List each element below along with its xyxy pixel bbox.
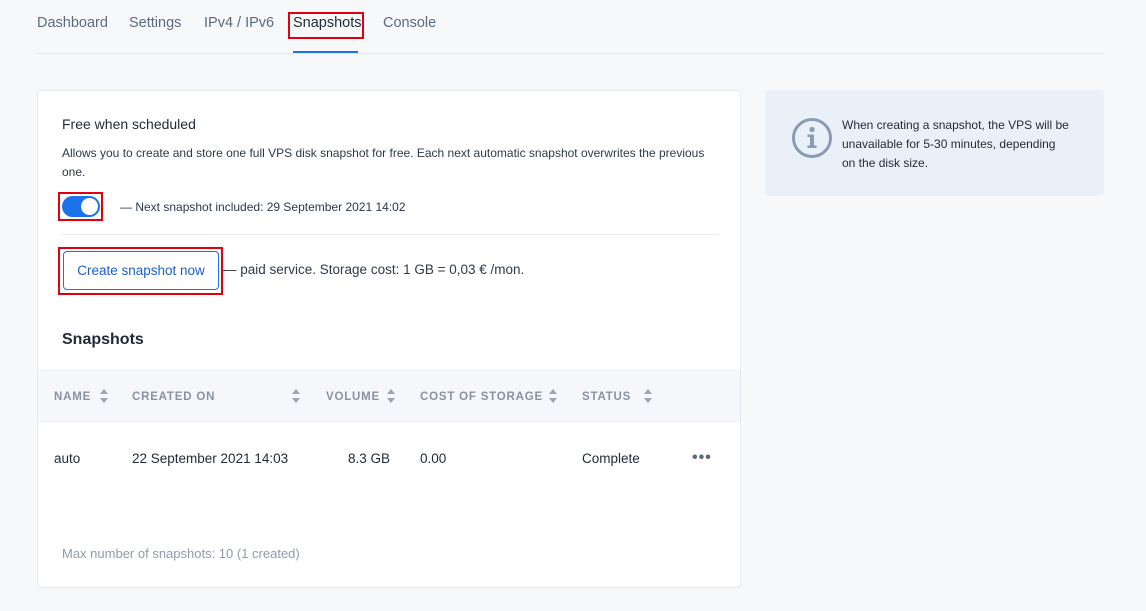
info-text: When creating a snapshot, the VPS will b… [842, 118, 1069, 170]
cell-status: Complete [582, 451, 640, 466]
page: Dashboard Settings IPv4 / IPv6 Snapshots… [0, 0, 1146, 611]
tab-dashboard[interactable]: Dashboard [37, 15, 108, 31]
sort-icon[interactable] [549, 389, 557, 403]
sort-icon[interactable] [292, 389, 300, 403]
snapshots-section-title: Snapshots [62, 331, 144, 348]
cell-created-on: 22 September 2021 14:03 [132, 451, 289, 466]
sort-icon[interactable] [387, 389, 395, 403]
column-header-volume[interactable]: VOLUME [326, 391, 380, 403]
sort-icon[interactable] [644, 389, 652, 403]
tab-console[interactable]: Console [383, 15, 436, 31]
tab-settings[interactable]: Settings [129, 15, 181, 31]
cell-name: auto [54, 451, 81, 466]
info-icon [792, 118, 832, 158]
column-header-cost[interactable]: COST OF STORAGE [420, 391, 543, 403]
scheduled-snapshot-toggle[interactable] [62, 196, 100, 217]
cell-volume: 8.3 GB [348, 451, 391, 466]
next-snapshot-text: — Next snapshot included: 29 September 2… [120, 200, 406, 214]
more-actions-icon[interactable]: ••• [692, 449, 712, 467]
table-header: NAME CREATED ON VOLUME COST OF STORAGE S… [38, 370, 740, 422]
free-scheduled-title: Free when scheduled [62, 116, 196, 132]
paid-service-note: — paid service. Storage cost: 1 GB = 0,0… [223, 262, 525, 277]
column-header-status[interactable]: STATUS [582, 391, 631, 403]
divider [62, 234, 718, 235]
create-snapshot-button[interactable]: Create snapshot now [63, 251, 219, 290]
tab-highlight-box [288, 12, 364, 39]
tab-bar: Dashboard Settings IPv4 / IPv6 Snapshots… [37, 0, 1104, 54]
cell-cost: 0.00 [420, 451, 447, 466]
snapshots-card: Free when scheduled Allows you to create… [37, 90, 741, 588]
max-snapshots-note: Max number of snapshots: 10 (1 created) [62, 546, 300, 561]
free-scheduled-description: Allows you to create and store one full … [62, 146, 705, 179]
info-panel: When creating a snapshot, the VPS will b… [765, 90, 1104, 196]
active-tab-underline [293, 51, 358, 53]
sort-icon[interactable] [100, 389, 108, 403]
column-header-name[interactable]: NAME [54, 391, 91, 403]
toggle-knob [81, 198, 98, 215]
tab-ipv4-ipv6[interactable]: IPv4 / IPv6 [204, 15, 274, 31]
column-header-created-on[interactable]: CREATED ON [132, 391, 215, 403]
